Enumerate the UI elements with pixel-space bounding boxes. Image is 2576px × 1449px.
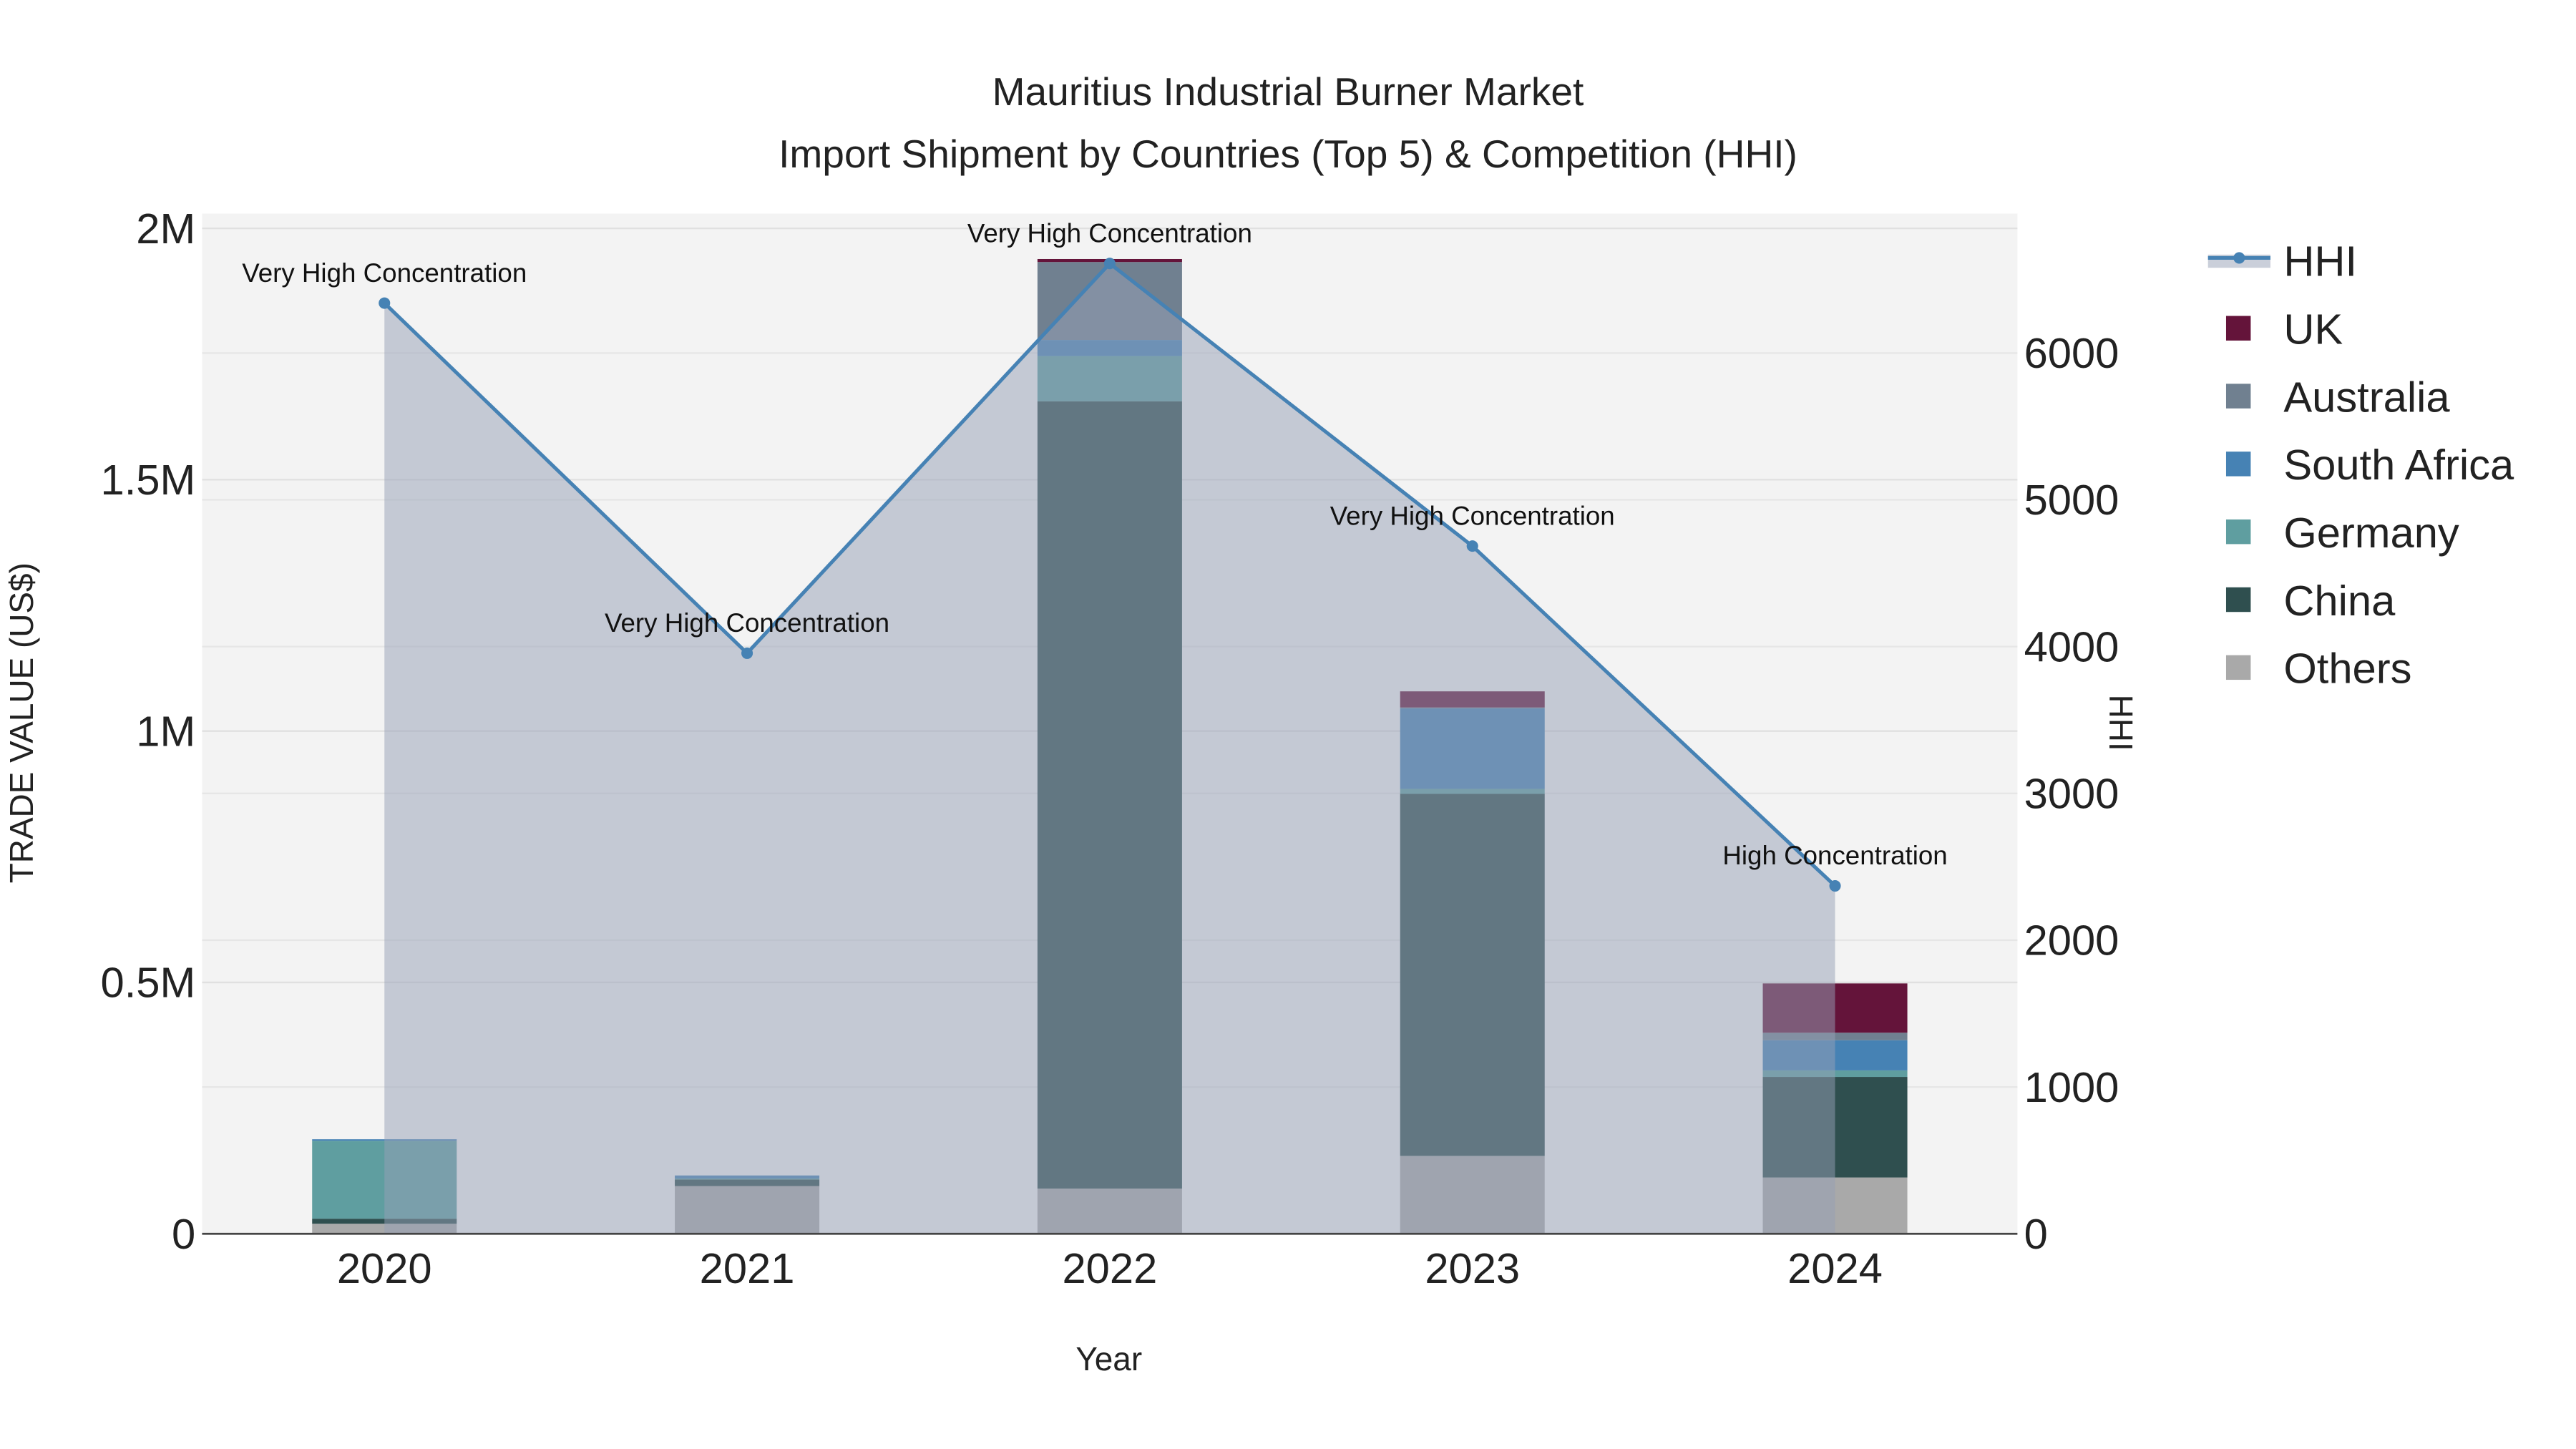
legend-swatch — [2225, 655, 2251, 680]
y2-tick-label: 2000 — [2024, 917, 2119, 965]
legend-swatch — [2225, 316, 2251, 341]
y-tick-label: 2M — [136, 205, 195, 253]
legend-item-uk[interactable]: UK — [2225, 306, 2343, 353]
legend-label: HHI — [2283, 238, 2357, 286]
hhi-annotation: Very High Concentration — [967, 218, 1252, 248]
legend-swatch — [2225, 587, 2251, 613]
y2-axis-title: HHI — [2102, 695, 2140, 751]
legend-item-hhi[interactable]: HHI — [2207, 238, 2357, 286]
legend-label: UK — [2283, 306, 2343, 353]
y2-tick-label: 4000 — [2024, 623, 2119, 670]
hhi-annotation: Very High Concentration — [242, 258, 527, 288]
y2-tick-label: 0 — [2024, 1210, 2048, 1258]
legend-item-australia[interactable]: Australia — [2225, 373, 2450, 421]
legend-swatch — [2225, 452, 2251, 477]
hhi-point[interactable] — [1829, 880, 1841, 892]
legend-swatch-marker — [2233, 252, 2245, 264]
y2-tick-label: 6000 — [2024, 329, 2119, 377]
legend-label: Australia — [2283, 373, 2450, 421]
hhi-point[interactable] — [379, 297, 391, 309]
x-tick-label: 2020 — [337, 1244, 432, 1292]
chart: Very High Concentration Very High Concent… — [3, 69, 2514, 1377]
hhi-annotation: High Concentration — [1722, 841, 1947, 870]
chart-title-line1: Mauritius Industrial Burner Market — [992, 69, 1584, 114]
legend-label: China — [2283, 577, 2396, 625]
y2-tick-label: 1000 — [2024, 1063, 2119, 1111]
x-tick-label: 2024 — [1787, 1244, 1883, 1292]
y-tick-label: 1.5M — [101, 456, 196, 504]
y2-tick-label: 5000 — [2024, 476, 2119, 524]
y-tick-label: 1M — [136, 707, 195, 755]
legend-item-others[interactable]: Others — [2225, 645, 2411, 693]
legend-item-south-africa[interactable]: South Africa — [2225, 441, 2514, 489]
x-tick-label: 2023 — [1425, 1244, 1520, 1292]
y2-tick-label: 3000 — [2024, 769, 2119, 817]
chart-title-line2: Import Shipment by Countries (Top 5) & C… — [779, 132, 1797, 176]
hhi-point[interactable] — [741, 647, 753, 659]
y-tick-label: 0 — [172, 1210, 195, 1258]
x-tick-label: 2021 — [700, 1244, 795, 1292]
legend-item-germany[interactable]: Germany — [2225, 509, 2459, 557]
x-axis-title: Year — [1075, 1340, 1142, 1377]
legend-swatch — [2225, 384, 2251, 409]
legend-item-china[interactable]: China — [2225, 577, 2396, 625]
hhi-annotation: Very High Concentration — [1330, 501, 1615, 530]
hhi-point[interactable] — [1103, 258, 1116, 270]
y-axis-title: TRADE VALUE (US$) — [3, 562, 40, 883]
legend-label: Others — [2283, 645, 2411, 693]
legend-label: Germany — [2283, 509, 2459, 557]
legend-swatch — [2225, 519, 2251, 545]
hhi-point[interactable] — [1466, 540, 1478, 552]
y-tick-label: 0.5M — [101, 959, 196, 1007]
hhi-annotation: Very High Concentration — [605, 608, 889, 638]
legend-label: South Africa — [2283, 441, 2514, 489]
x-tick-label: 2022 — [1062, 1244, 1157, 1292]
